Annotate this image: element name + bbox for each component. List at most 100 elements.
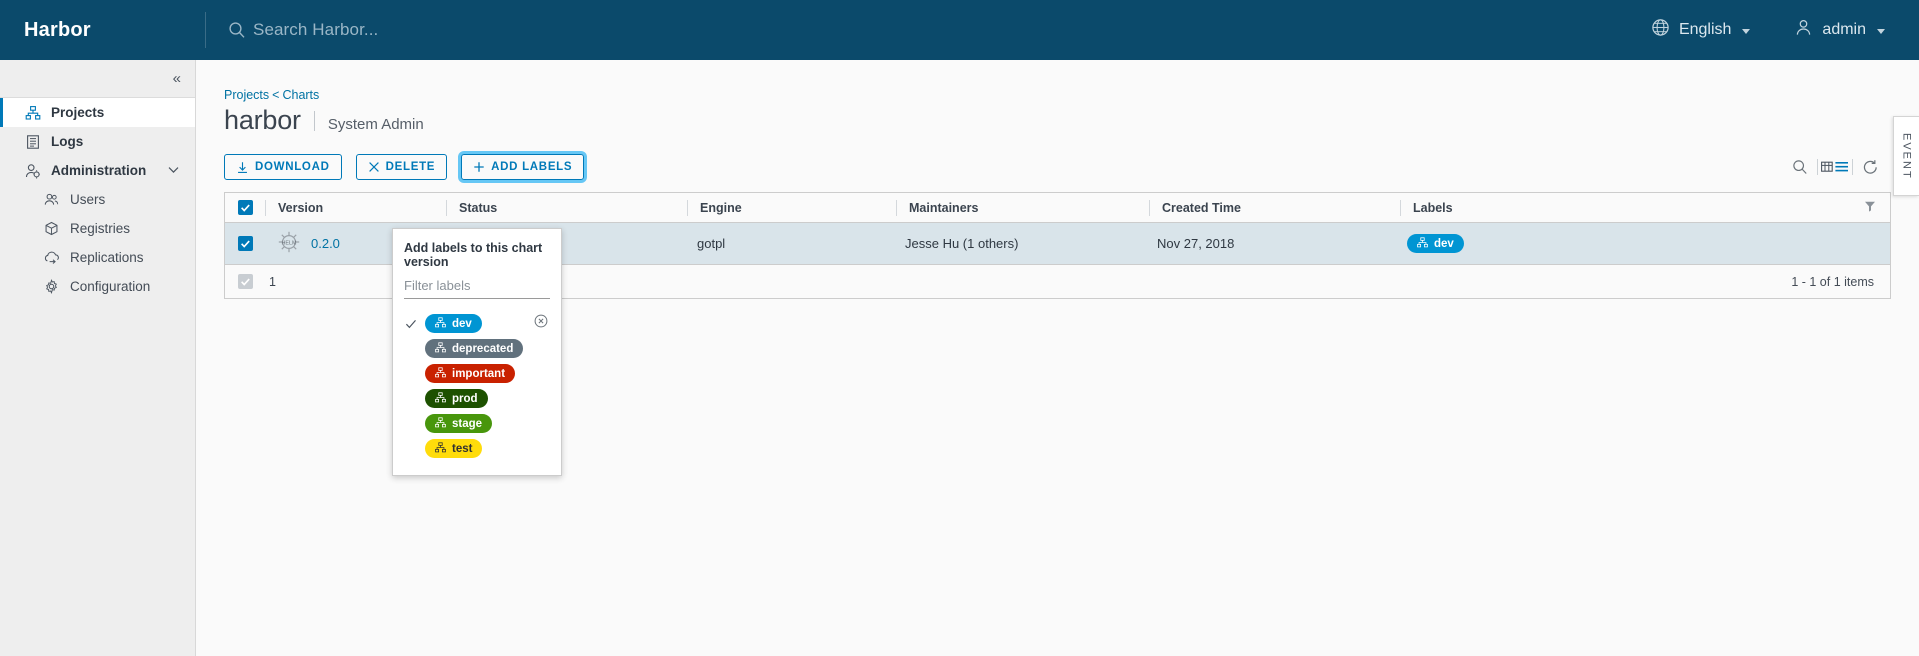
administration-icon	[25, 163, 41, 179]
row-checkbox[interactable]	[238, 236, 253, 251]
registries-icon	[44, 221, 60, 237]
cell-labels: dev	[1395, 223, 1890, 264]
page-subtitle: System Admin	[328, 116, 424, 133]
select-all-cell	[225, 193, 265, 222]
user-label: admin	[1822, 21, 1866, 39]
select-all-checkbox[interactable]	[238, 200, 253, 215]
label-chip-text: important	[452, 368, 505, 380]
event-tab[interactable]: EVENT	[1893, 116, 1919, 196]
version-link[interactable]: 0.2.0	[311, 236, 340, 251]
label-chip-text: prod	[452, 393, 478, 405]
download-button[interactable]: DOWNLOAD	[224, 154, 342, 180]
sidebar-item-label: Projects	[51, 105, 104, 120]
sidebar-collapse-button[interactable]: «	[0, 60, 195, 98]
chevron-double-left-icon: «	[173, 71, 181, 86]
sidebar-item-users[interactable]: Users	[0, 185, 195, 214]
language-label: English	[1679, 21, 1731, 39]
label-chip[interactable]: deprecated	[425, 339, 523, 358]
brand-logo[interactable]: Harbor	[0, 0, 205, 60]
chevron-down-icon	[168, 165, 179, 177]
sidebar-item-projects[interactable]: Projects	[0, 98, 195, 127]
chevron-down-icon	[1877, 29, 1885, 34]
replications-icon	[44, 250, 60, 266]
pagination-info: 1 - 1 of 1 items	[1791, 275, 1890, 289]
column-header-created-time[interactable]: Created Time	[1150, 193, 1400, 222]
row-select-cell	[225, 223, 265, 264]
label-option-prod[interactable]: prod	[404, 386, 550, 411]
add-labels-dropdown: Add labels to this chart version dev depr…	[392, 228, 562, 476]
label-chip[interactable]: test	[425, 439, 482, 458]
download-label: DOWNLOAD	[255, 161, 330, 173]
label-icon	[435, 342, 446, 356]
label-option-important[interactable]: important	[404, 361, 550, 386]
column-header-labels[interactable]: Labels	[1401, 193, 1890, 222]
funnel-icon[interactable]	[1864, 200, 1876, 215]
column-header-status[interactable]: Status	[447, 193, 687, 222]
column-header-maintainers[interactable]: Maintainers	[897, 193, 1149, 222]
refresh-button[interactable]	[1853, 154, 1887, 180]
label-chip-text: stage	[452, 418, 482, 430]
action-toolbar: DOWNLOAD DELETE ADD LABELS	[224, 150, 1891, 184]
column-header-engine[interactable]: Engine	[688, 193, 896, 222]
column-header-version[interactable]: Version	[266, 193, 446, 222]
page-title: harbor	[224, 105, 301, 136]
label-chip: dev	[1407, 234, 1464, 253]
label-option-deprecated[interactable]: deprecated	[404, 336, 550, 361]
sidebar-item-configuration[interactable]: Configuration	[0, 272, 195, 301]
table-search-button[interactable]	[1783, 154, 1817, 180]
download-icon	[236, 161, 249, 174]
label-icon	[435, 367, 446, 381]
header-actions: English admin	[1651, 0, 1919, 60]
footer-count: 1	[265, 265, 288, 298]
footer-checkbox	[238, 274, 253, 289]
user-menu[interactable]: admin	[1794, 18, 1885, 42]
delete-label: DELETE	[386, 161, 436, 173]
svg-text:HELM: HELM	[282, 240, 297, 246]
sidebar-item-label: Registries	[70, 221, 130, 236]
sidebar-item-administration[interactable]: Administration	[0, 156, 195, 185]
main-content: Projects<Charts harbor System Admin DOWN…	[196, 60, 1919, 656]
label-chip[interactable]: dev	[425, 314, 482, 333]
add-labels-button[interactable]: ADD LABELS	[461, 154, 584, 180]
label-icon	[1417, 237, 1428, 251]
helm-icon: HELM	[277, 230, 301, 257]
sidebar-item-label: Logs	[51, 134, 83, 149]
view-toggle-button[interactable]	[1818, 154, 1852, 180]
sidebar-item-registries[interactable]: Registries	[0, 214, 195, 243]
label-icon	[435, 317, 446, 331]
cell-engine: gotpl	[685, 223, 893, 264]
event-tab-label: EVENT	[1901, 133, 1913, 180]
label-option-dev[interactable]: dev	[404, 311, 550, 336]
clear-circle-icon[interactable]	[534, 314, 548, 333]
sidebar-item-replications[interactable]: Replications	[0, 243, 195, 272]
search-icon	[228, 21, 246, 39]
chevron-down-icon	[1742, 29, 1750, 34]
label-option-list: dev deprecated important prod stage test	[404, 311, 550, 461]
label-option-stage[interactable]: stage	[404, 411, 550, 436]
table-toolbar	[1783, 154, 1891, 180]
configuration-icon	[44, 279, 60, 295]
filter-labels-input[interactable]	[404, 276, 550, 299]
global-search[interactable]: Search Harbor...	[206, 0, 1651, 60]
breadcrumb-charts[interactable]: Charts	[282, 88, 319, 102]
cell-created-time: Nov 27, 2018	[1145, 223, 1395, 264]
sidebar-item-logs[interactable]: Logs	[0, 127, 195, 156]
breadcrumb-projects[interactable]: Projects	[224, 88, 269, 102]
column-header-labels-text: Labels	[1413, 201, 1453, 215]
sidebar-item-label: Administration	[51, 163, 146, 178]
footer-select-cell	[225, 265, 265, 298]
delete-button[interactable]: DELETE	[356, 154, 448, 180]
label-chip[interactable]: important	[425, 364, 515, 383]
label-chip[interactable]: stage	[425, 414, 492, 433]
search-placeholder: Search Harbor...	[253, 20, 378, 40]
sidebar: « Projects Logs Administration Users Reg…	[0, 60, 196, 656]
globe-icon	[1651, 18, 1670, 42]
check-icon	[404, 318, 417, 330]
close-icon	[368, 161, 380, 173]
label-option-test[interactable]: test	[404, 436, 550, 461]
dropdown-title: Add labels to this chart version	[404, 241, 550, 269]
language-selector[interactable]: English	[1651, 18, 1750, 42]
label-icon	[435, 392, 446, 406]
breadcrumb: Projects<Charts	[224, 88, 1891, 102]
label-chip[interactable]: prod	[425, 389, 488, 408]
